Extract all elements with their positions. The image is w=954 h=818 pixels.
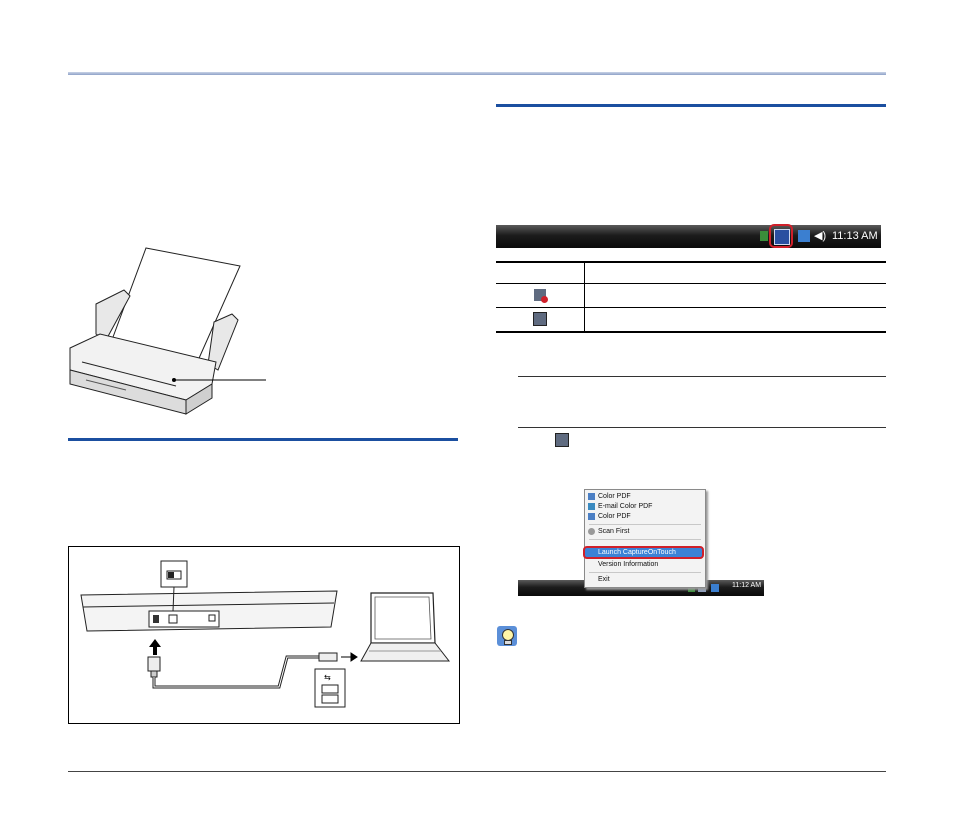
footer-rule bbox=[68, 771, 886, 772]
network-tray-icon bbox=[760, 231, 768, 241]
step-rule-bottom bbox=[518, 427, 886, 428]
taskbar-clock: 11:13 AM bbox=[832, 230, 878, 242]
menu-separator bbox=[589, 524, 701, 525]
scan-first-icon bbox=[588, 528, 595, 535]
header-rule bbox=[68, 72, 886, 75]
menu-item-color-pdf-2[interactable]: Color PDF bbox=[588, 512, 631, 521]
menu-item-scan-first[interactable]: Scan First bbox=[588, 527, 630, 536]
section-rule-left bbox=[68, 438, 458, 441]
menu-item-version-information[interactable]: Version Information bbox=[598, 560, 658, 569]
lightbulb-hint-icon bbox=[497, 626, 517, 646]
scanner-illustration bbox=[69, 247, 266, 415]
capture-on-touch-disabled-icon bbox=[534, 289, 548, 304]
menu-taskbar-clock: 11:12 AM bbox=[732, 582, 762, 589]
connection-figure-frame: ⇆ bbox=[68, 546, 460, 724]
context-menu: Color PDF E-mail Color PDF Color PDF Sca… bbox=[583, 489, 706, 588]
document-icon bbox=[588, 513, 595, 520]
section-rule-right bbox=[496, 104, 886, 107]
document-icon bbox=[588, 493, 595, 500]
email-icon bbox=[588, 503, 595, 510]
table-cell bbox=[584, 307, 886, 333]
usb-connection-diagram: ⇆ bbox=[80, 560, 451, 708]
table-row bbox=[496, 283, 886, 308]
capture-on-touch-enabled-icon bbox=[533, 312, 547, 327]
table-header-cell bbox=[496, 261, 585, 284]
menu-item-exit[interactable]: Exit bbox=[598, 575, 610, 584]
capture-on-touch-tray-icon[interactable] bbox=[774, 229, 790, 245]
table-header-cell bbox=[584, 261, 886, 284]
menu-item-launch-captureontouch[interactable]: Launch CaptureOnTouch bbox=[583, 546, 704, 559]
menu-item-email-color-pdf[interactable]: E-mail Color PDF bbox=[588, 502, 652, 511]
svg-text:⇆: ⇆ bbox=[324, 673, 331, 682]
monitor-tray-icon[interactable] bbox=[711, 584, 719, 592]
step-rule-top bbox=[518, 376, 886, 377]
table-cell bbox=[584, 283, 886, 308]
menu-item-color-pdf[interactable]: Color PDF bbox=[588, 492, 631, 501]
capture-on-touch-inline-icon bbox=[555, 433, 569, 447]
table-header-row bbox=[496, 261, 886, 284]
status-table bbox=[496, 261, 886, 333]
volume-icon[interactable]: ◀) bbox=[814, 229, 826, 242]
menu-separator bbox=[589, 539, 701, 540]
table-row bbox=[496, 307, 886, 333]
taskbar: ◀) 11:13 AM bbox=[496, 224, 881, 248]
monitor-tray-icon[interactable] bbox=[798, 230, 810, 242]
menu-separator bbox=[589, 572, 701, 573]
